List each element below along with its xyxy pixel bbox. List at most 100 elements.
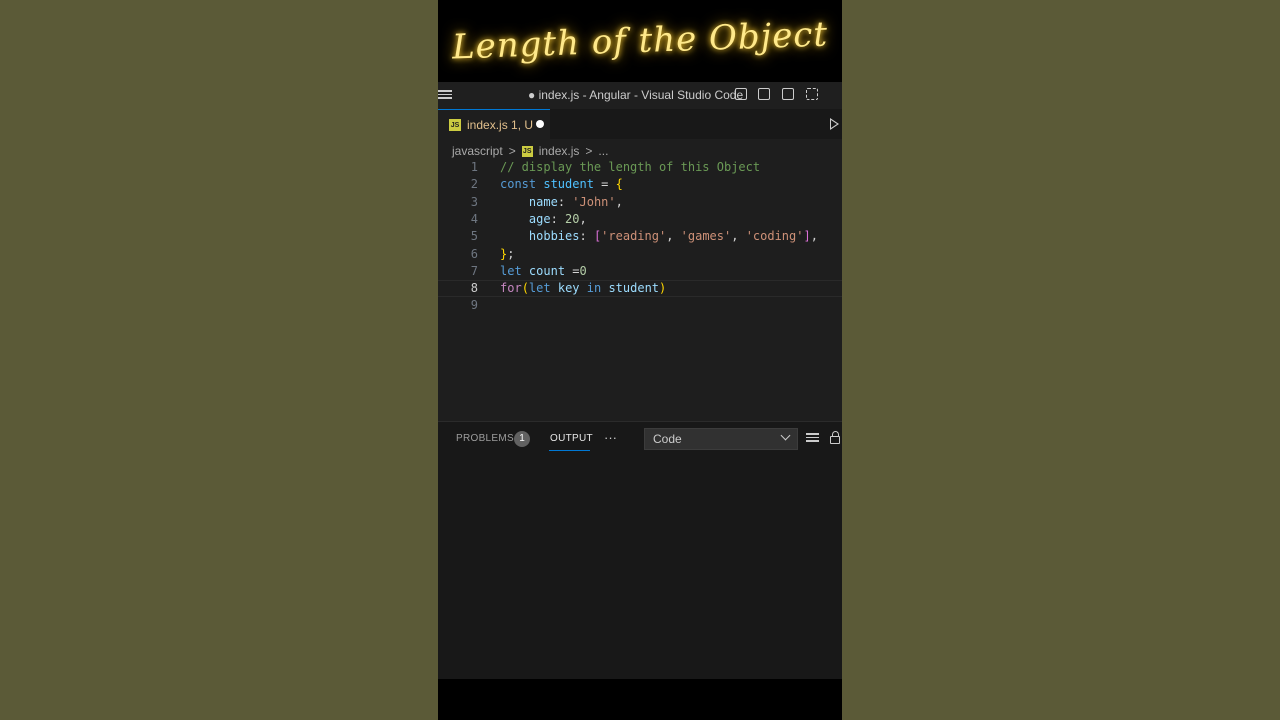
code-token: , xyxy=(810,229,818,244)
js-file-icon: JS xyxy=(521,145,533,157)
left-backdrop xyxy=(0,0,438,720)
clear-output-icon[interactable] xyxy=(806,433,819,444)
toggle-secondary-sidebar-icon[interactable] xyxy=(782,88,794,100)
code-token: let xyxy=(528,281,551,296)
tab-output[interactable]: OUTPUT xyxy=(550,433,593,444)
code-token: , xyxy=(579,211,587,226)
tab-index-js[interactable]: JS index.js 1, U xyxy=(438,109,550,139)
code-token: for xyxy=(500,281,522,296)
breadcrumb-symbol[interactable]: ... xyxy=(598,144,608,158)
line-number: 5 xyxy=(470,229,478,244)
code-token: student xyxy=(543,177,594,192)
window-titlebar: ● index.js - Angular - Visual Studio Cod… xyxy=(438,82,842,110)
tab-label: index.js 1, U xyxy=(467,118,534,132)
code-text[interactable]: const student = { xyxy=(500,176,623,193)
code-token: , xyxy=(731,229,746,244)
code-token: const xyxy=(500,177,537,192)
code-line[interactable]: 5 hobbies: ['reading', 'games', 'coding'… xyxy=(438,228,842,245)
run-icon[interactable] xyxy=(830,118,839,130)
output-channel-value: Code xyxy=(653,432,682,446)
code-line[interactable]: 3 name: 'John', xyxy=(438,194,842,211)
bottom-letterbox xyxy=(438,679,842,720)
line-number: 2 xyxy=(470,177,478,192)
code-token: , xyxy=(615,194,623,209)
chevron-right-icon: > xyxy=(585,144,593,158)
code-text[interactable]: }; xyxy=(500,246,514,263)
line-number: 7 xyxy=(470,263,478,278)
chevron-right-icon: > xyxy=(508,144,516,158)
code-token: 'games' xyxy=(680,229,732,244)
code-token: ] xyxy=(803,229,811,244)
lock-scroll-icon[interactable] xyxy=(830,431,840,444)
line-number: 8 xyxy=(470,281,478,296)
line-number: 3 xyxy=(470,194,478,209)
js-file-icon: JS xyxy=(449,119,461,131)
code-token: age xyxy=(528,211,551,226)
bottom-panel: PROBLEMS 1 OUTPUT ··· Code xyxy=(438,421,842,680)
line-number: 9 xyxy=(470,298,478,313)
more-actions-icon[interactable]: ··· xyxy=(604,430,617,445)
code-token: { xyxy=(615,177,623,192)
breadcrumb-folder[interactable]: javascript xyxy=(452,144,503,158)
code-token: ) xyxy=(659,281,667,296)
code-text[interactable]: hobbies: ['reading', 'games', 'coding'], xyxy=(500,228,818,245)
code-token: key xyxy=(557,281,580,296)
code-token: 0 xyxy=(579,263,587,278)
code-token: in xyxy=(586,281,602,296)
code-token: // display the length of this Object xyxy=(500,160,761,174)
chevron-down-icon xyxy=(780,430,791,441)
hamburger-menu-icon[interactable] xyxy=(438,88,452,102)
code-token: : xyxy=(557,194,573,209)
output-channel-select[interactable]: Code xyxy=(644,428,798,450)
code-token: 'reading' xyxy=(601,229,667,244)
code-text[interactable]: for(let key in student) xyxy=(500,281,666,296)
video-frame: Length of the Object ● index.js - Angula… xyxy=(438,0,842,720)
code-line[interactable]: 7 let count =0 xyxy=(438,263,842,280)
code-token: count xyxy=(528,263,566,278)
code-line[interactable]: 2 const student = { xyxy=(438,176,842,193)
title-banner: Length of the Object xyxy=(438,0,842,82)
code-text[interactable]: // display the length of this Object xyxy=(500,159,760,176)
code-text[interactable]: let count =0 xyxy=(500,263,587,280)
code-token: : xyxy=(550,211,566,226)
code-token: = xyxy=(593,177,616,192)
customize-layout-icon[interactable] xyxy=(806,88,818,100)
banner-title: Length of the Object xyxy=(451,14,829,68)
code-text[interactable]: name: 'John', xyxy=(500,194,623,211)
line-number: 6 xyxy=(470,246,478,261)
code-token: ; xyxy=(507,246,515,261)
unsaved-dot-icon[interactable] xyxy=(536,120,544,128)
breadcrumb: javascript > JS index.js > ... xyxy=(452,143,608,159)
code-editor[interactable]: 1 // display the length of this Object 2 co… xyxy=(438,159,842,421)
code-token: 'coding' xyxy=(745,229,804,244)
tab-problems[interactable]: PROBLEMS xyxy=(456,433,514,444)
code-token: = xyxy=(565,263,580,278)
code-line[interactable]: 4 age: 20, xyxy=(438,211,842,228)
toggle-panel-icon[interactable] xyxy=(758,88,770,100)
code-text[interactable]: age: 20, xyxy=(500,211,587,228)
breadcrumb-file[interactable]: index.js xyxy=(539,144,580,158)
code-line[interactable]: 9 xyxy=(438,297,842,314)
window-title: ● index.js - Angular - Visual Studio Cod… xyxy=(528,88,744,102)
code-token: 20 xyxy=(565,211,580,226)
code-line[interactable]: 1 // display the length of this Object xyxy=(438,159,842,176)
code-token: let xyxy=(500,263,522,278)
line-number: 4 xyxy=(470,211,478,226)
line-number: 1 xyxy=(470,160,478,174)
code-token: name xyxy=(528,194,558,209)
code-line[interactable]: 6}; xyxy=(438,246,842,263)
problems-count-badge: 1 xyxy=(514,431,530,447)
code-line[interactable]: 8 for(let key in student) xyxy=(438,280,842,298)
code-token: 'John' xyxy=(572,194,616,209)
right-backdrop xyxy=(842,0,1280,720)
code-token: , xyxy=(666,229,681,244)
toggle-primary-sidebar-icon[interactable] xyxy=(735,88,747,100)
code-token: student xyxy=(608,281,660,296)
editor-tab-bar: JS index.js 1, U xyxy=(438,109,842,139)
